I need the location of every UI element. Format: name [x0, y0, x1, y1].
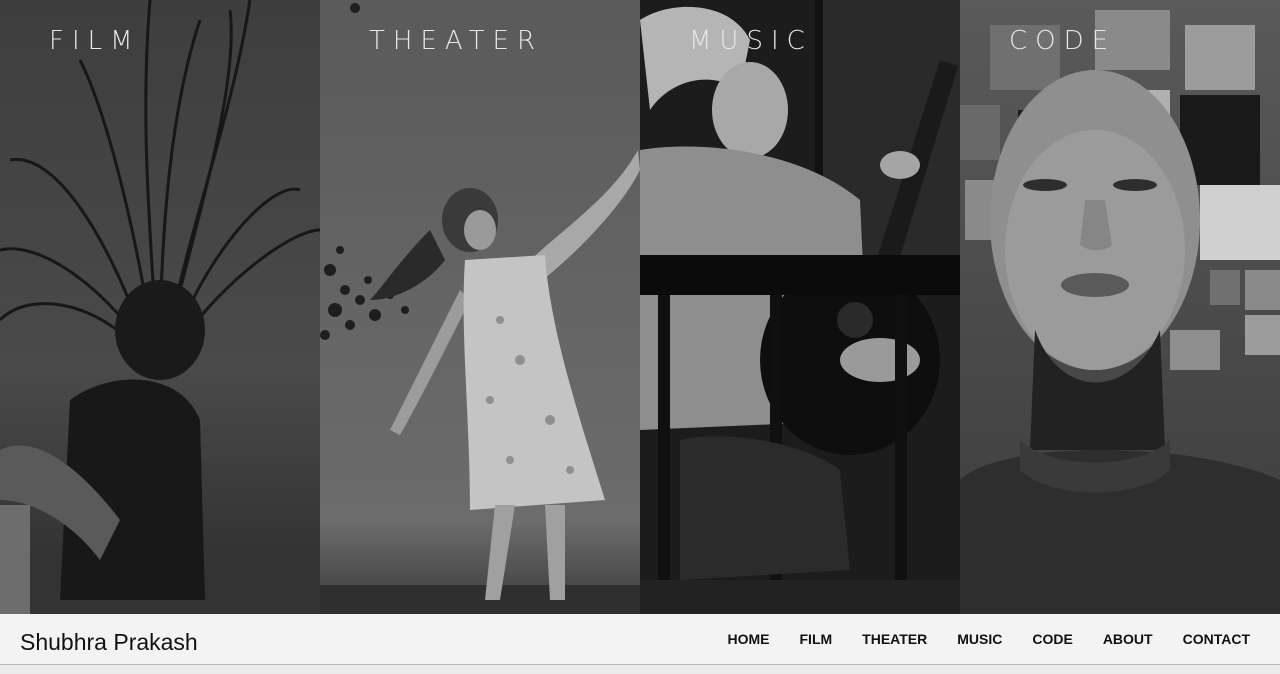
- footer-bar: Shubhra Prakash HOME FILM THEATER MUSIC …: [0, 614, 1280, 665]
- nav-music[interactable]: MUSIC: [957, 631, 1002, 647]
- panel-title-music: MUSIC: [689, 26, 813, 56]
- panel-title-code: CODE: [1009, 26, 1117, 56]
- panel-title-theater: THEATER: [369, 26, 544, 56]
- main-nav: HOME FILM THEATER MUSIC CODE ABOUT CONTA…: [728, 631, 1251, 647]
- nav-home[interactable]: HOME: [728, 631, 770, 647]
- dancer-photo: [320, 0, 640, 614]
- page-bottom-strip: [0, 665, 1280, 674]
- site-brand[interactable]: Shubhra Prakash: [20, 629, 198, 656]
- hero-panels: FILM THEATER MUSIC CODE: [0, 0, 1280, 614]
- nav-code[interactable]: CODE: [1032, 631, 1072, 647]
- panel-theater[interactable]: THEATER: [320, 0, 640, 614]
- nav-theater[interactable]: THEATER: [862, 631, 927, 647]
- panel-code[interactable]: CODE: [960, 0, 1280, 614]
- collage-face-photo: [960, 0, 1280, 614]
- panel-film[interactable]: FILM: [0, 0, 320, 614]
- nav-about[interactable]: ABOUT: [1103, 631, 1153, 647]
- guitarist-photo: [640, 0, 960, 614]
- woman-hair-flip-photo: [0, 0, 320, 614]
- panel-title-film: FILM: [49, 26, 141, 56]
- nav-contact[interactable]: CONTACT: [1183, 631, 1250, 647]
- nav-film[interactable]: FILM: [800, 631, 833, 647]
- panel-music[interactable]: MUSIC: [640, 0, 960, 614]
